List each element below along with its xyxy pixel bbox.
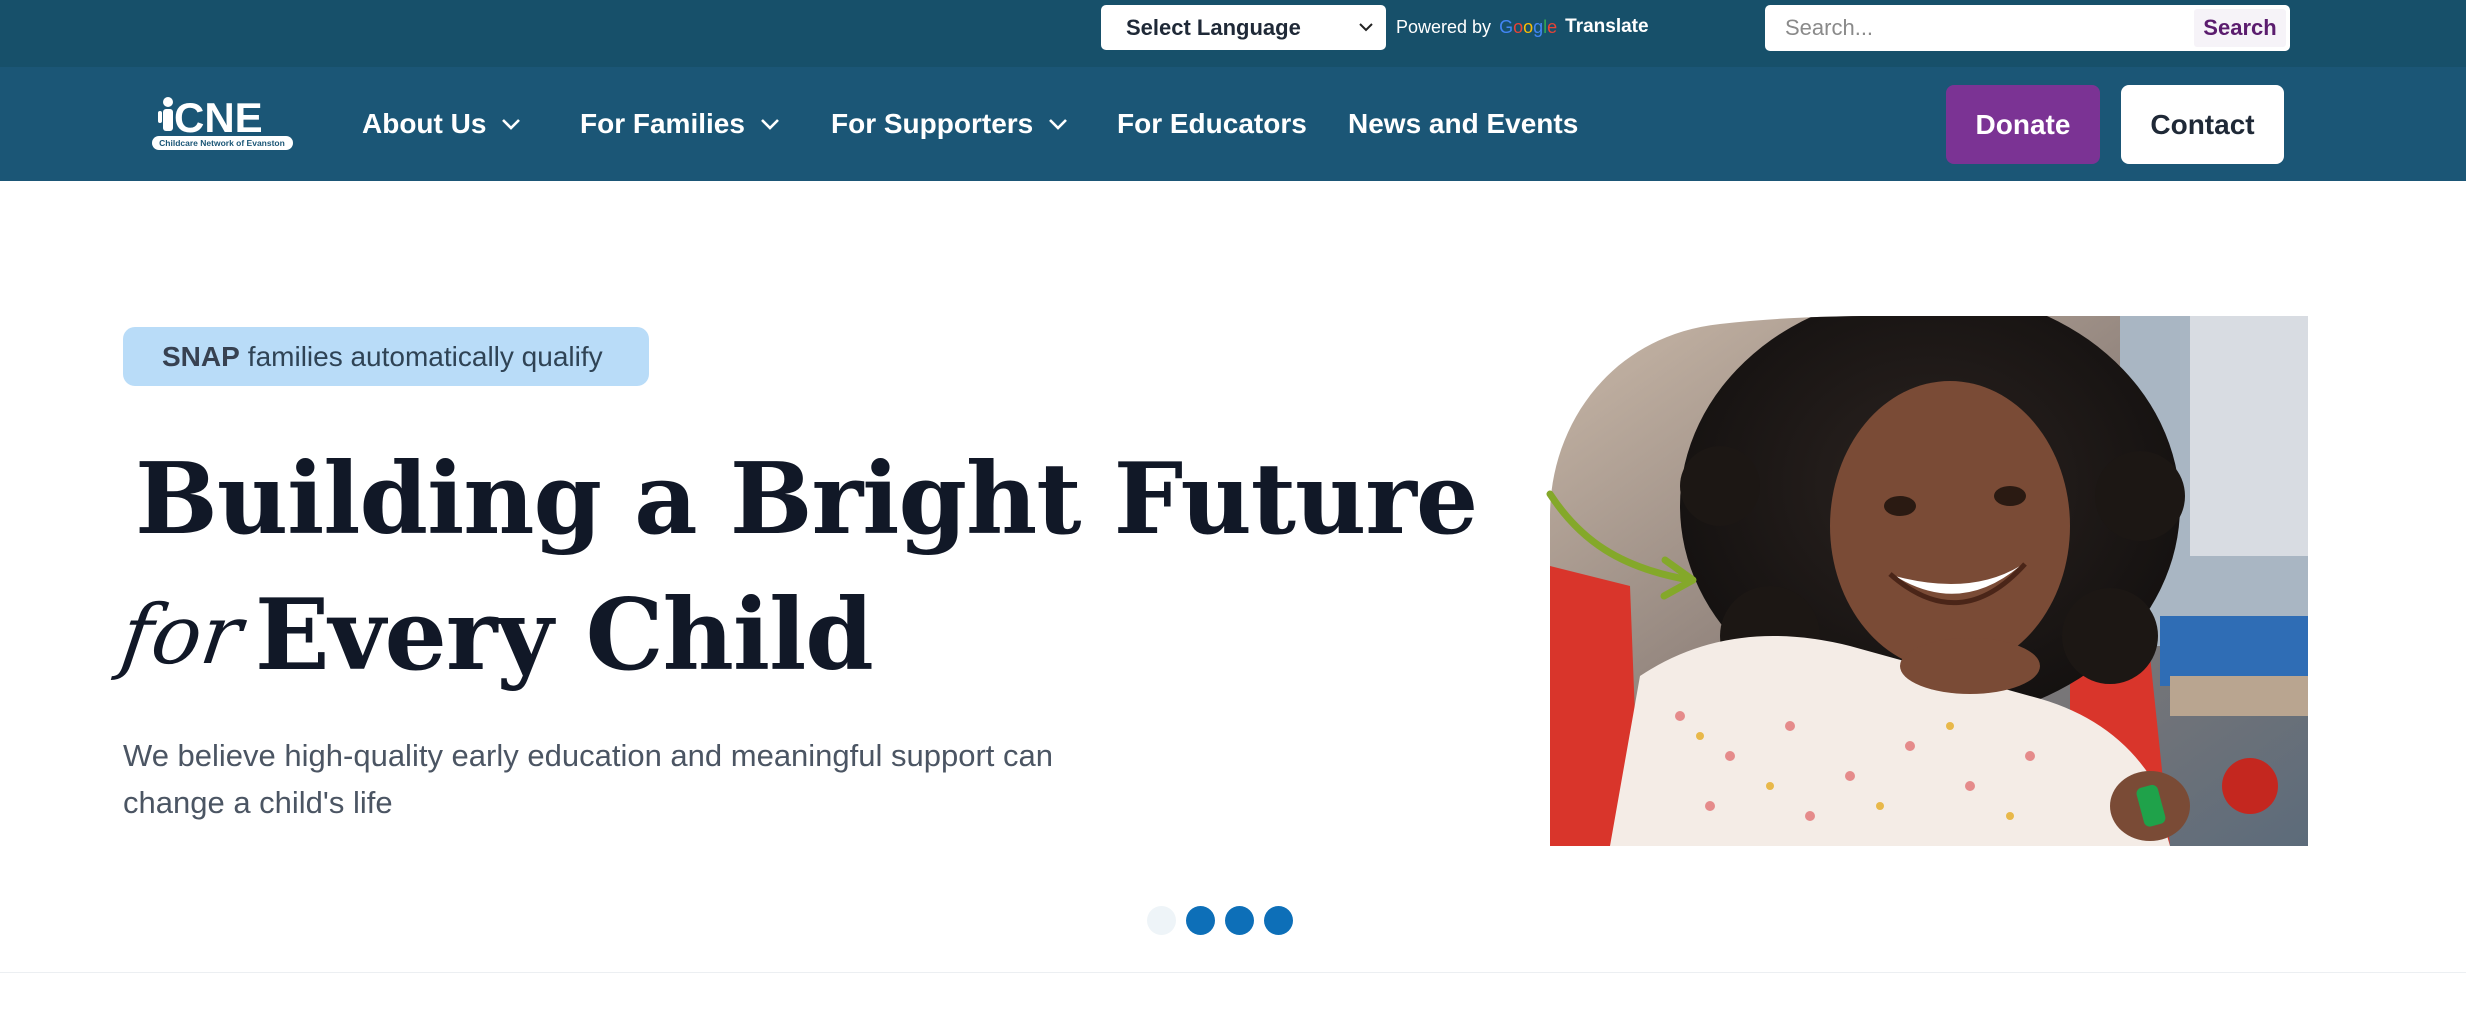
language-select-label: Select Language [1126,14,1301,40]
nav-for-families[interactable]: For Families [580,107,781,141]
nav-for-educators[interactable]: For Educators [1117,107,1307,141]
section-divider [0,972,2466,973]
badge-bold: SNAP [162,340,240,372]
search-button[interactable]: Search [2194,9,2286,47]
svg-text:CNE: CNE [174,95,263,141]
svg-text:Childcare Network of Evanston: Childcare Network of Evanston [159,138,285,148]
carousel-dot[interactable] [1147,906,1176,935]
chevron-down-icon [1049,119,1068,130]
donate-button[interactable]: Donate [1946,85,2100,164]
green-arrow-icon [1546,490,1697,600]
powered-by-label: Powered by [1396,16,1492,37]
nav-for-supporters-label: For Supporters [831,108,1034,139]
contact-button[interactable]: Contact [2121,85,2284,164]
badge-text: families automatically qualify [247,340,603,372]
hero-subtitle: We believe high-quality early education … [123,738,1054,820]
nav-for-supporters[interactable]: For Supporters [831,107,1069,141]
chevron-down-icon [502,119,521,130]
language-select[interactable]: Select Language [1101,5,1386,50]
search-input[interactable] [1765,5,2195,51]
hero-title-every-child: Every Child [254,578,874,693]
nav-for-educators-label: For Educators [1117,108,1307,139]
main-navigation: CNE Childcare Network of Evanston About … [0,67,2466,181]
translate-label: Translate [1565,16,1649,37]
carousel-dots [1147,906,1293,935]
carousel-dot[interactable] [1264,906,1293,935]
search-box: Search [1765,5,2290,51]
cne-logo[interactable]: CNE Childcare Network of Evanston [150,95,295,153]
nav-news-and-events-label: News and Events [1348,108,1579,139]
hero-title-line1: Building a Bright Future [135,442,1478,557]
carousel-dot[interactable] [1186,906,1215,935]
chevron-down-icon [761,119,779,130]
carousel-dot[interactable] [1225,906,1254,935]
powered-by-google-translate[interactable]: Powered by Google Translate [1396,14,1649,40]
nav-about-us[interactable]: About Us [362,107,522,141]
hero-title-line2: for Every Child [115,566,874,696]
chevron-down-icon [1359,23,1373,32]
hero-title-for: for [115,588,248,683]
snap-badge: SNAP families automatically qualify [123,327,649,386]
google-logo: Google [1499,16,1558,37]
nav-about-us-label: About Us [362,108,487,139]
top-utility-bar: Select Language Powered by Google Transl… [0,0,2466,67]
nav-news-and-events[interactable]: News and Events [1348,107,1578,141]
nav-for-families-label: For Families [580,108,745,139]
